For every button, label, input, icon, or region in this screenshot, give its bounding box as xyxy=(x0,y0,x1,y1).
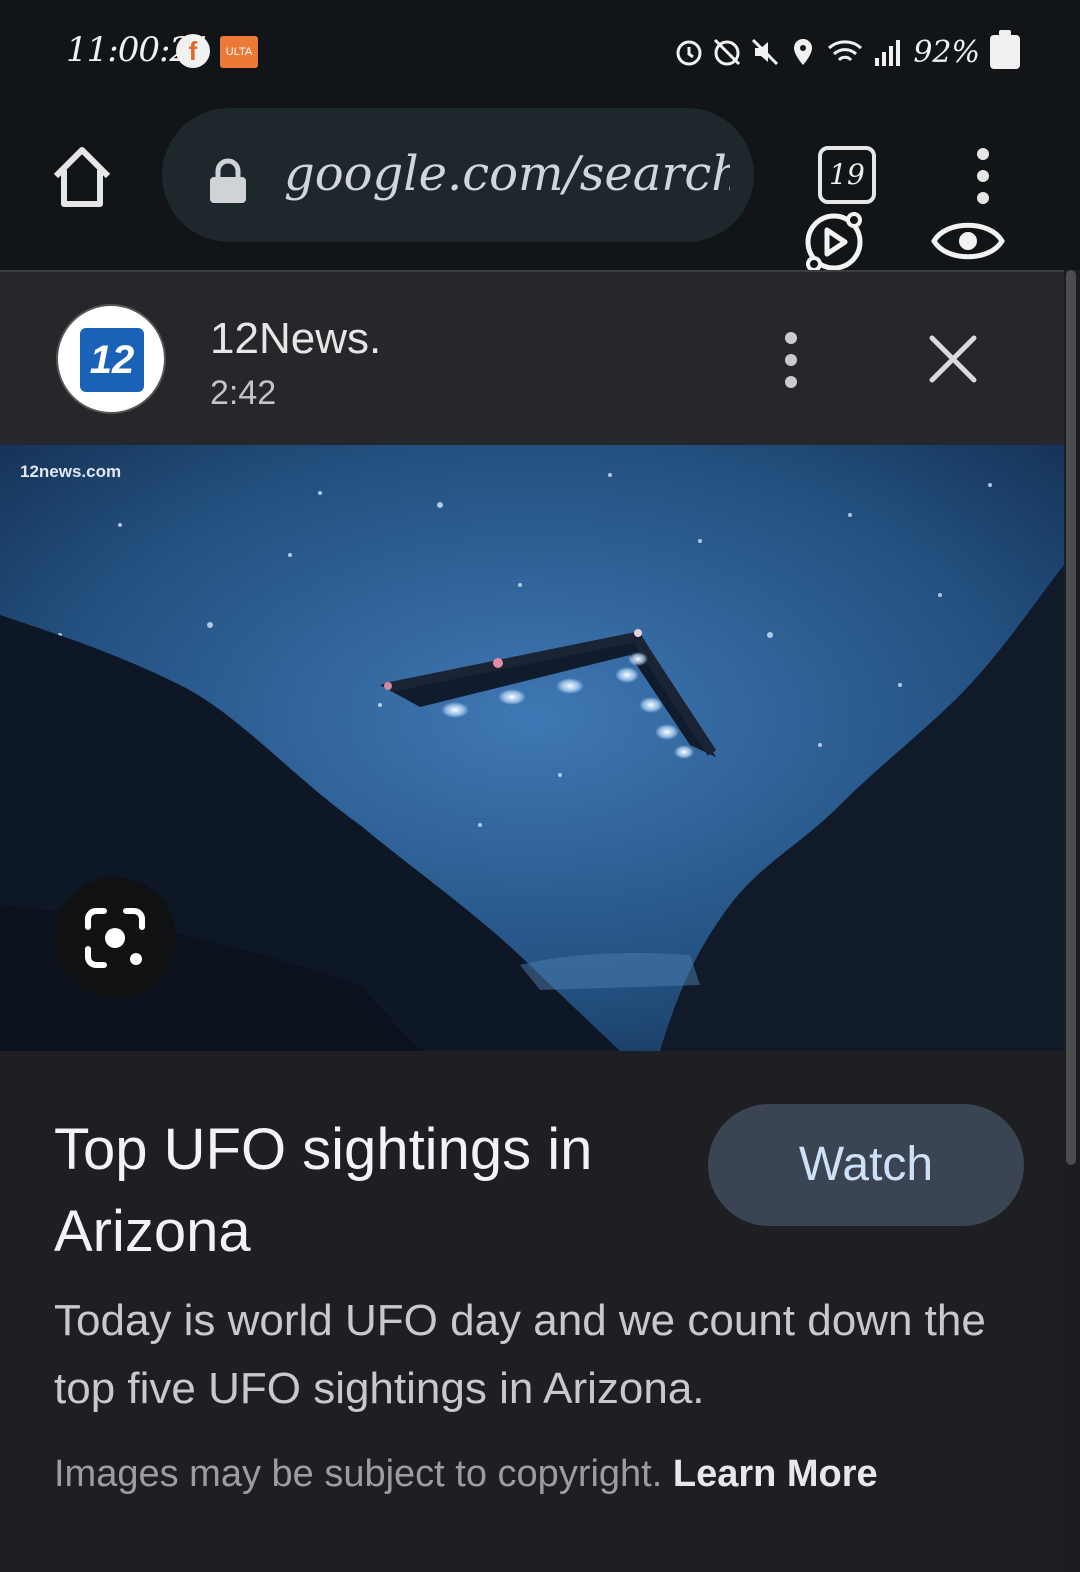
source-logo[interactable]: 12 xyxy=(56,304,166,414)
home-icon[interactable] xyxy=(48,142,116,210)
location-icon xyxy=(794,39,813,65)
learn-more-link[interactable]: Learn More xyxy=(673,1453,878,1495)
video-thumbnail[interactable]: 12news.com xyxy=(0,445,1064,1051)
more-options-icon[interactable] xyxy=(776,330,806,390)
copyright-text: Images may be subject to copyright. xyxy=(54,1453,663,1495)
url-text[interactable]: google.com/search xyxy=(284,146,730,202)
facebook-notification-icon: f xyxy=(176,34,210,68)
battery-icon xyxy=(990,30,1020,69)
watch-button[interactable]: Watch xyxy=(708,1104,1024,1226)
lock-icon xyxy=(210,158,246,203)
signal-icon xyxy=(875,40,901,66)
ulta-notification-icon: ULTA xyxy=(220,36,258,68)
close-icon[interactable] xyxy=(926,332,980,386)
source-name: 12News. xyxy=(210,314,382,363)
result-card: Top UFO sightings in Arizona Watch Today… xyxy=(0,1051,1064,1572)
wifi-icon xyxy=(828,40,863,62)
alarm-off-icon xyxy=(714,38,741,66)
mute-icon xyxy=(752,38,779,66)
video-cast-icon[interactable] xyxy=(800,210,868,274)
video-duration: 2:42 xyxy=(210,374,277,412)
source-logo-mark: 12 xyxy=(80,328,144,392)
google-lens-button[interactable] xyxy=(54,877,176,999)
status-bar: 11:00:21 f ULTA 92% xyxy=(0,0,1080,100)
browser-toolbar: google.com/search 19 xyxy=(0,100,1080,272)
lens-icon xyxy=(85,908,145,968)
browser-menu-icon[interactable] xyxy=(968,146,998,206)
copyright-notice: Images may be subject to copyright. Lear… xyxy=(54,1453,878,1496)
image-watermark: 12news.com xyxy=(20,462,122,481)
address-bar[interactable]: google.com/search xyxy=(162,108,754,242)
alarm-icon xyxy=(676,40,702,66)
eye-icon[interactable] xyxy=(930,214,1006,268)
status-icons: 92% xyxy=(673,30,1020,74)
battery-percentage: 92% xyxy=(913,34,980,70)
video-title[interactable]: Top UFO sightings in Arizona xyxy=(54,1109,674,1273)
video-description: Today is world UFO day and we count down… xyxy=(54,1296,986,1413)
tab-switcher-button[interactable]: 19 xyxy=(818,146,876,204)
source-header: 12 12News. 2:42 xyxy=(0,270,1064,447)
scrollbar[interactable] xyxy=(1066,270,1076,1165)
